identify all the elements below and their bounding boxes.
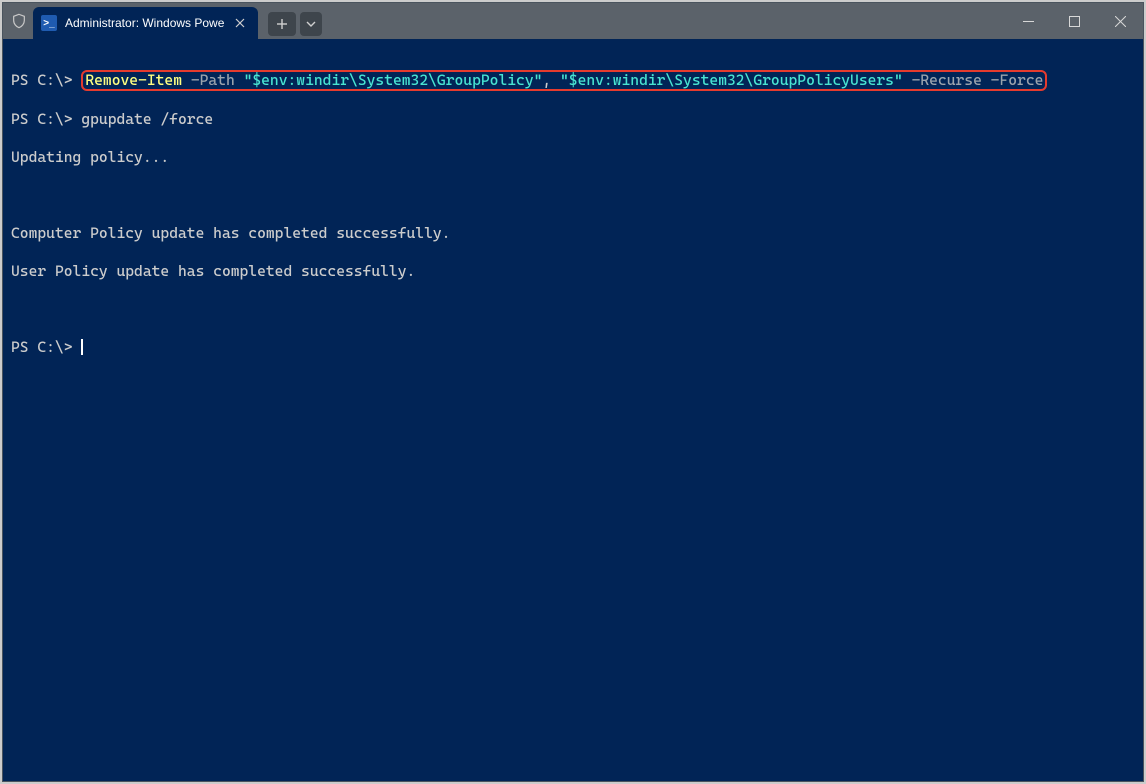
tab-controls bbox=[268, 12, 322, 36]
maximize-button[interactable] bbox=[1051, 3, 1097, 39]
tab-active[interactable]: >_ Administrator: Windows Powe bbox=[33, 7, 258, 39]
terminal-output: User Policy update has completed success… bbox=[11, 262, 1135, 281]
command-text: gpupdate /force bbox=[81, 110, 213, 128]
parameter: -Path bbox=[191, 71, 235, 89]
terminal-line: PS C:\> gpupdate /force bbox=[11, 110, 1135, 129]
minimize-button[interactable] bbox=[1005, 3, 1051, 39]
tab-close-button[interactable] bbox=[232, 15, 248, 31]
cmdlet: Remove-Item bbox=[85, 71, 182, 89]
prompt: PS C:\> bbox=[11, 110, 73, 128]
terminal-body[interactable]: PS C:\> Remove-Item -Path "$env:windir\S… bbox=[3, 39, 1143, 781]
terminal-line: PS C:\> Remove-Item -Path "$env:windir\S… bbox=[11, 70, 1135, 91]
terminal-output: Updating policy... bbox=[11, 148, 1135, 167]
terminal-line: PS C:\> bbox=[11, 338, 1135, 357]
close-button[interactable] bbox=[1097, 3, 1143, 39]
new-tab-button[interactable] bbox=[268, 12, 296, 36]
prompt: PS C:\> bbox=[11, 338, 73, 356]
prompt: PS C:\> bbox=[11, 71, 73, 89]
string-literal: "$env:windir\System32\GroupPolicyUsers" bbox=[560, 71, 903, 89]
powershell-icon: >_ bbox=[41, 15, 57, 31]
shield-icon bbox=[9, 11, 29, 31]
tab-title: Administrator: Windows Powe bbox=[65, 16, 224, 30]
cursor bbox=[81, 339, 83, 355]
tab-dropdown-button[interactable] bbox=[300, 12, 322, 36]
terminal-blank bbox=[11, 300, 1135, 319]
comma: , bbox=[542, 71, 551, 89]
parameter: -Force bbox=[991, 71, 1044, 89]
terminal-blank bbox=[11, 186, 1135, 205]
terminal-window: >_ Administrator: Windows Powe bbox=[2, 2, 1144, 782]
parameter: -Recurse bbox=[912, 71, 982, 89]
highlighted-command: Remove-Item -Path "$env:windir\System32\… bbox=[81, 70, 1047, 91]
terminal-output: Computer Policy update has completed suc… bbox=[11, 224, 1135, 243]
window-controls bbox=[1005, 3, 1143, 39]
titlebar: >_ Administrator: Windows Powe bbox=[3, 3, 1143, 39]
titlebar-left: >_ Administrator: Windows Powe bbox=[3, 3, 322, 39]
string-literal: "$env:windir\System32\GroupPolicy" bbox=[244, 71, 543, 89]
